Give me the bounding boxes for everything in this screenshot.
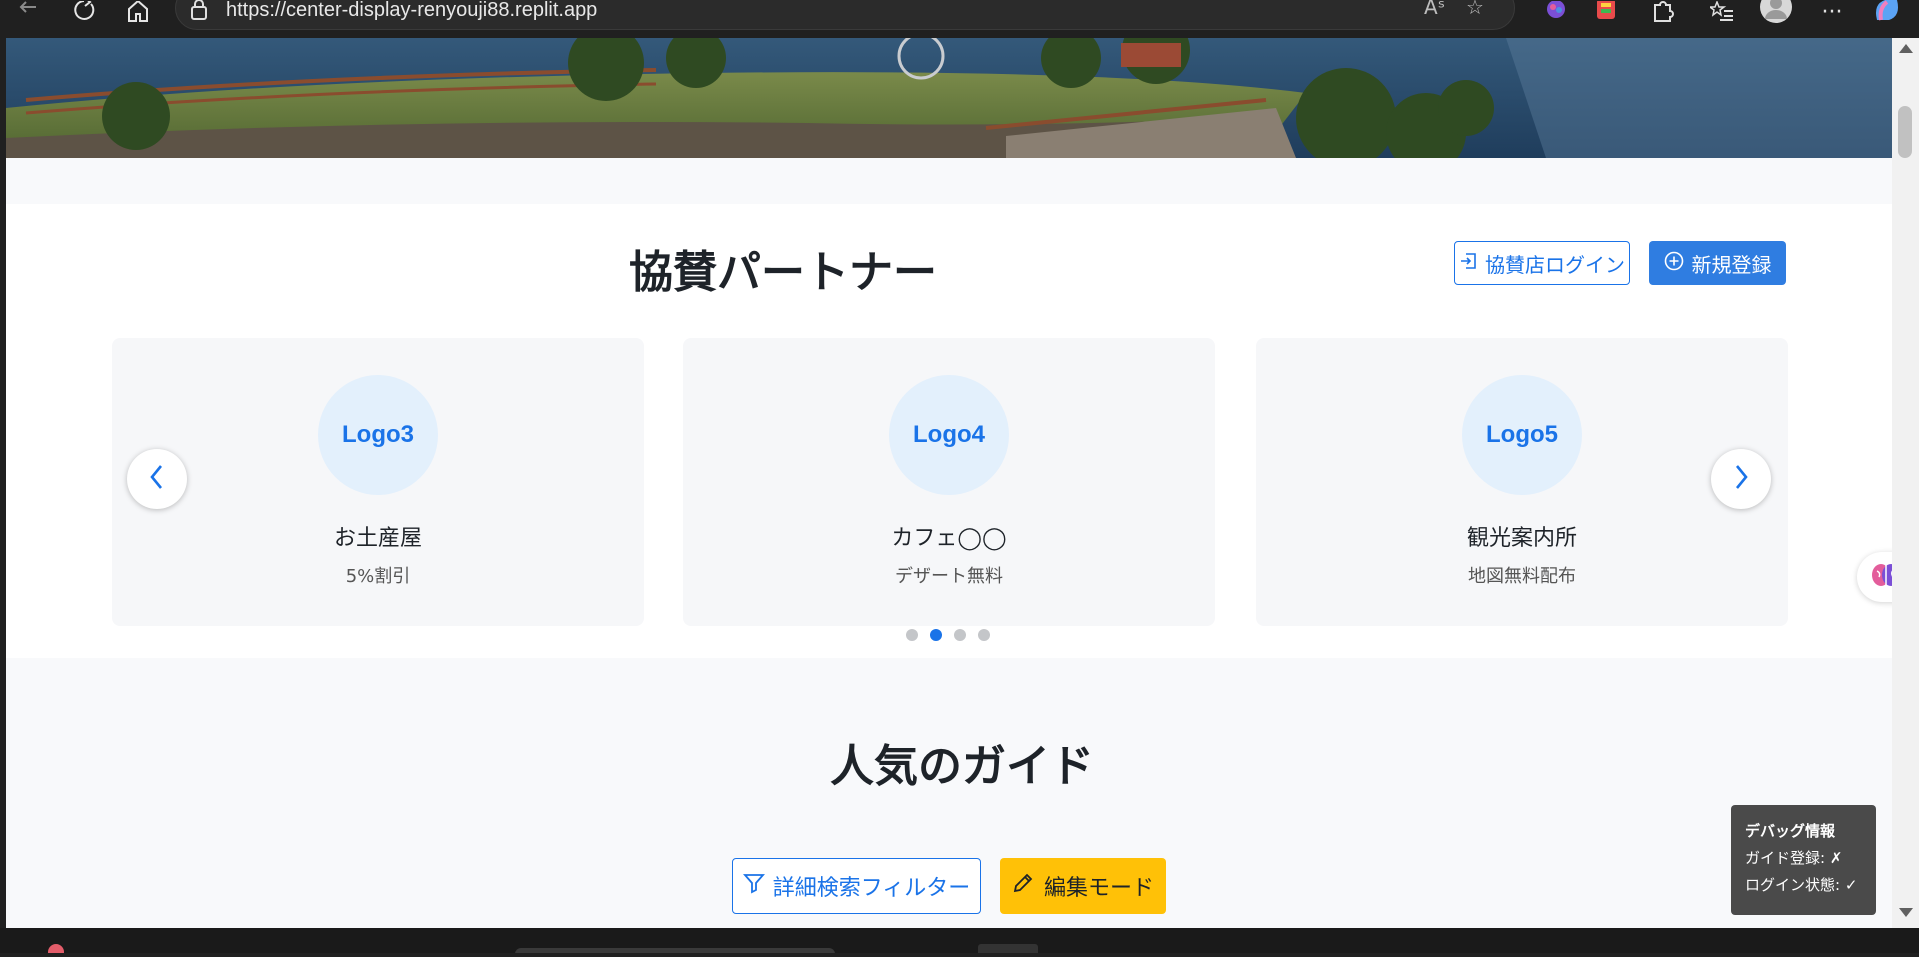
home-icon[interactable] [122, 0, 154, 24]
partners-section: 協賛パートナー 協賛店ログイン 新規登録 Logo3 お土産屋 5%割引 Log… [6, 204, 1892, 658]
extension-colorful-icon[interactable] [1590, 0, 1622, 24]
partner-card[interactable]: Logo3 お土産屋 5%割引 [112, 338, 644, 626]
refresh-icon[interactable] [68, 0, 100, 24]
filter-button[interactable]: 詳細検索フィルター [732, 858, 981, 914]
os-taskbar [0, 928, 1919, 957]
carousel-pagination [906, 629, 990, 641]
partner-login-button[interactable]: 協賛店ログイン [1454, 241, 1630, 285]
filter-label: 詳細検索フィルター [772, 876, 971, 901]
partner-logo: Logo4 [889, 375, 1009, 495]
favorites-list-icon[interactable] [1706, 0, 1738, 24]
partner-card[interactable]: Logo4 カフェ◯◯ デザート無料 [683, 338, 1215, 626]
url-text: https://center-display-renyouji88.replit… [226, 0, 598, 21]
back-icon[interactable] [12, 0, 44, 24]
chevron-right-icon [1733, 464, 1749, 494]
pencil-icon [1012, 872, 1034, 900]
partners-title: 協賛パートナー [629, 247, 937, 298]
debug-title: デバッグ情報 [1745, 822, 1836, 840]
more-menu-icon[interactable]: ··· [1816, 0, 1848, 25]
chevron-left-icon [149, 464, 165, 494]
debug-panel: デバッグ情報 ガイド登録: ✗ ログイン状態: ✓ [1731, 805, 1876, 915]
hero-image [6, 38, 1892, 158]
partner-logo: Logo5 [1462, 375, 1582, 495]
read-aloud-icon[interactable]: Aˢ [1424, 0, 1445, 19]
carousel-dot[interactable] [978, 629, 990, 641]
carousel-prev-button[interactable] [127, 449, 187, 509]
partner-name: 観光案内所 [1466, 526, 1577, 551]
edit-mode-button[interactable]: 編集モード [1000, 858, 1166, 914]
debug-guide-status: ガイド登録: ✗ [1745, 849, 1843, 867]
login-icon [1459, 251, 1477, 275]
copilot-icon[interactable] [1870, 0, 1902, 24]
plus-circle-icon [1664, 251, 1684, 276]
partner-card[interactable]: Logo5 観光案内所 地図無料配布 [1256, 338, 1788, 626]
extensions-puzzle-icon[interactable] [1646, 0, 1678, 24]
partner-logo: Logo3 [318, 375, 438, 495]
register-button[interactable]: 新規登録 [1649, 241, 1786, 285]
guides-section: 人気のガイド 詳細検索フィルター 編集モード [6, 658, 1892, 928]
register-label: 新規登録 [1691, 252, 1772, 277]
scroll-down-icon[interactable] [1899, 908, 1913, 917]
favorite-star-icon[interactable]: ☆ [1466, 0, 1484, 19]
partner-benefit: 地図無料配布 [1468, 566, 1576, 587]
partner-name: カフェ◯◯ [891, 526, 1007, 551]
partner-benefit: デザート無料 [895, 566, 1003, 587]
browser-toolbar: https://center-display-renyouji88.replit… [0, 0, 1919, 38]
copilot-brain-icon[interactable] [1540, 0, 1572, 24]
partner-name: お土産屋 [333, 526, 422, 551]
carousel-next-button[interactable] [1711, 449, 1771, 509]
carousel-dot-active[interactable] [930, 629, 942, 641]
guides-title: 人気のガイド [830, 741, 1094, 792]
address-bar[interactable]: https://center-display-renyouji88.replit… [175, 0, 1515, 30]
scroll-thumb[interactable] [1898, 106, 1912, 158]
filter-funnel-icon [742, 872, 765, 900]
profile-avatar-icon[interactable] [1760, 0, 1792, 24]
lock-icon [188, 0, 210, 20]
partner-login-label: 協賛店ログイン [1485, 252, 1625, 277]
partner-benefit: 5%割引 [345, 566, 411, 587]
carousel-dot[interactable] [954, 629, 966, 641]
scroll-up-icon[interactable] [1899, 44, 1913, 53]
edit-mode-label: 編集モード [1043, 876, 1154, 901]
debug-login-status: ログイン状態: ✓ [1745, 876, 1858, 894]
page-scrollbar[interactable] [1892, 38, 1919, 928]
carousel-dot[interactable] [906, 629, 918, 641]
page-viewport: 協賛パートナー 協賛店ログイン 新規登録 Logo3 お土産屋 5%割引 Log… [6, 38, 1892, 928]
